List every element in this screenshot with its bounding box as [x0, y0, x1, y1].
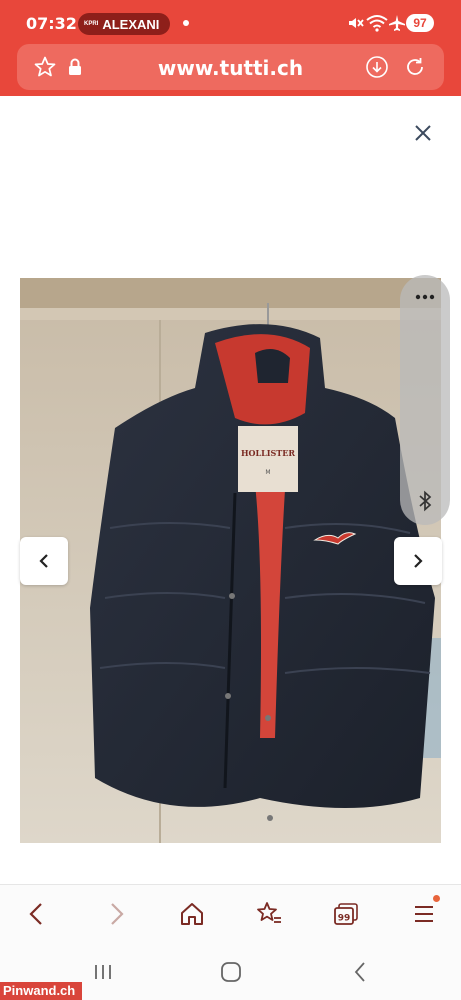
airplane-mode-icon — [389, 15, 405, 31]
battery-level: 97 — [406, 14, 434, 32]
bluetooth-icon[interactable] — [415, 490, 435, 512]
download-icon[interactable] — [365, 55, 389, 79]
mute-icon — [349, 18, 364, 28]
listing-photo[interactable]: HOLLISTER M — [20, 278, 441, 843]
edge-panel[interactable] — [400, 275, 450, 525]
photo-brand-label: HOLLISTER — [241, 448, 295, 458]
notification-name: ALEXANI — [102, 16, 160, 32]
notification-pill[interactable]: KPRI ALEXANI — [78, 13, 170, 35]
recent-apps-icon[interactable] — [90, 959, 116, 985]
notification-dot — [183, 20, 189, 26]
photo-size-label: M — [265, 469, 270, 476]
notification-tag: KPRI — [84, 21, 99, 27]
chevron-right-icon — [414, 554, 423, 568]
home-nav-icon[interactable] — [218, 959, 244, 985]
more-options-icon[interactable] — [414, 293, 436, 301]
status-time: 07:32 — [26, 14, 77, 33]
next-image-button[interactable] — [394, 537, 442, 585]
bookmarks-icon[interactable] — [254, 899, 284, 929]
reload-icon[interactable] — [403, 55, 427, 79]
watermark: Pinwand.ch — [0, 982, 82, 1000]
chevron-left-icon — [39, 554, 48, 568]
back-icon[interactable] — [22, 899, 52, 929]
svg-text:99: 99 — [338, 914, 351, 924]
status-bar: 07:32 KPRI ALEXANI 97 — [0, 0, 461, 44]
vest-image: HOLLISTER M — [20, 278, 441, 843]
forward-icon[interactable] — [101, 899, 131, 929]
menu-icon[interactable] — [409, 899, 439, 929]
menu-notification-dot — [433, 895, 440, 902]
address-bar[interactable]: www.tutti.ch — [17, 44, 444, 90]
browser-top-bar: 07:32 KPRI ALEXANI 97 www.tutti.ch — [0, 0, 461, 96]
wifi-icon — [366, 15, 388, 32]
close-icon[interactable] — [410, 120, 436, 146]
home-icon[interactable] — [177, 899, 207, 929]
browser-toolbar: 99 — [0, 884, 461, 944]
back-nav-icon[interactable] — [348, 959, 374, 985]
tabs-icon[interactable]: 99 — [331, 899, 361, 929]
previous-image-button[interactable] — [20, 537, 68, 585]
